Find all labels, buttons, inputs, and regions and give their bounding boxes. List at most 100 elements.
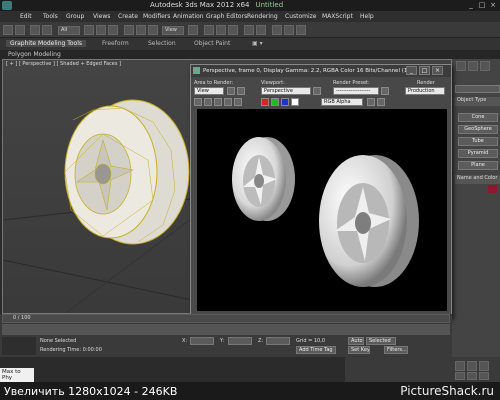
render-mode-dropdown[interactable]: Production [405, 87, 445, 95]
green-channel-toggle[interactable] [271, 98, 279, 106]
maximize-viewport-icon[interactable] [479, 372, 489, 380]
render-icon[interactable] [296, 25, 306, 35]
pyramid-button[interactable]: Pyramid [458, 149, 498, 158]
tab-selection[interactable]: Selection [148, 40, 176, 47]
menu-rendering[interactable]: Rendering [247, 13, 278, 20]
x-coordinate-field[interactable] [190, 337, 214, 345]
select-by-name-icon[interactable] [96, 25, 106, 35]
channel-icon[interactable] [367, 98, 375, 106]
name-and-color-header[interactable]: Name and Color [455, 175, 500, 184]
hierarchy-tab-icon[interactable] [480, 61, 490, 71]
clear-icon[interactable] [234, 98, 242, 106]
tab-freeform[interactable]: Freeform [102, 40, 129, 47]
menu-maxscript[interactable]: MAXScript [322, 13, 353, 20]
reference-coordinate-dropdown[interactable]: View [162, 26, 184, 35]
material-editor-icon[interactable] [272, 25, 282, 35]
z-coordinate-field[interactable] [266, 337, 290, 345]
print-icon[interactable] [224, 98, 232, 106]
menu-tools[interactable]: Tools [43, 13, 58, 20]
unlink-icon[interactable] [42, 25, 52, 35]
object-color-swatch[interactable] [488, 185, 497, 193]
menu-group[interactable]: Group [66, 13, 84, 20]
menu-edit[interactable]: Edit [20, 13, 32, 20]
snap-icon[interactable] [204, 25, 214, 35]
link-icon[interactable] [30, 25, 40, 35]
track-bar[interactable] [2, 324, 450, 335]
zoom-all-icon[interactable] [467, 361, 477, 371]
minimize-button[interactable]: _ [466, 1, 476, 10]
plane-button[interactable]: Plane [458, 161, 498, 170]
y-coordinate-field[interactable] [228, 337, 252, 345]
red-channel-toggle[interactable] [261, 98, 269, 106]
tab-graphite-modeling-tools[interactable]: Graphite Modeling Tools [6, 40, 87, 47]
copy-image-icon[interactable] [204, 98, 212, 106]
swatch-icon[interactable] [377, 98, 385, 106]
clone-window-icon[interactable] [214, 98, 222, 106]
render-minimize-button[interactable]: _ [406, 66, 417, 75]
area-to-render-dropdown[interactable]: View [194, 87, 224, 95]
object-type-header[interactable]: Object Type [455, 97, 500, 106]
angle-snap-icon[interactable] [216, 25, 226, 35]
lock-viewport-icon[interactable] [313, 87, 321, 95]
maxscript-listener[interactable]: Max to Phy [0, 368, 34, 382]
redo-icon[interactable] [15, 25, 25, 35]
percent-snap-icon[interactable] [228, 25, 238, 35]
render-close-button[interactable]: × [432, 66, 443, 75]
selection-status: None Selected [40, 338, 77, 344]
grid-status: Grid = 10,0 [296, 338, 325, 344]
cone-button[interactable]: Cone [458, 113, 498, 122]
key-mode-dropdown[interactable]: Selected [366, 337, 396, 345]
edit-region-icon[interactable] [227, 87, 235, 95]
close-button[interactable]: × [488, 1, 498, 10]
menu-views[interactable]: Views [93, 13, 110, 20]
align-icon[interactable] [256, 25, 266, 35]
rotate-icon[interactable] [136, 25, 146, 35]
render-setup-icon[interactable] [284, 25, 294, 35]
menu-animation[interactable]: Animation [173, 13, 204, 20]
selection-filter-dropdown[interactable]: All [58, 26, 80, 35]
alpha-channel-toggle[interactable] [291, 98, 299, 106]
mirror-icon[interactable] [244, 25, 254, 35]
zoom-icon[interactable] [455, 361, 465, 371]
geosphere-button[interactable]: GeoSphere [458, 125, 498, 134]
auto-region-icon[interactable] [237, 87, 245, 95]
orbit-icon[interactable] [455, 372, 465, 380]
tube-button[interactable]: Tube [458, 137, 498, 146]
polygon-modeling-label[interactable]: Polygon Modeling [8, 51, 61, 58]
modify-tab-icon[interactable] [468, 61, 478, 71]
menu-help[interactable]: Help [360, 13, 374, 20]
region-select-icon[interactable] [108, 25, 118, 35]
time-slider[interactable]: 0 / 100 [2, 314, 450, 323]
primitive-type-dropdown[interactable] [455, 85, 500, 93]
move-icon[interactable] [124, 25, 134, 35]
ribbon-options-icon[interactable]: ▣ ▾ [252, 40, 263, 47]
render-preset-dropdown[interactable]: ------------------- [333, 87, 379, 95]
menu-customize[interactable]: Customize [285, 13, 317, 20]
blue-channel-toggle[interactable] [281, 98, 289, 106]
field-of-view-icon[interactable] [467, 372, 477, 380]
wheel-wireframe[interactable] [64, 99, 190, 245]
set-key-button[interactable]: Set Key [348, 346, 370, 354]
viewport-dropdown[interactable]: Perspective [261, 87, 311, 95]
scale-icon[interactable] [148, 25, 158, 35]
menu-create[interactable]: Create [118, 13, 138, 20]
add-time-tag-button[interactable]: Add Time Tag [296, 346, 336, 354]
create-tab-icon[interactable] [456, 61, 466, 71]
maximize-button[interactable]: □ [477, 1, 487, 10]
render-maximize-button[interactable]: □ [419, 66, 430, 75]
save-image-icon[interactable] [194, 98, 202, 106]
app-logo-icon[interactable] [2, 1, 12, 10]
auto-key-button[interactable]: Auto [348, 337, 364, 345]
channel-display-dropdown[interactable]: RGB Alpha [321, 98, 363, 106]
menu-graph-editors[interactable]: Graph Editors [206, 13, 247, 20]
undo-icon[interactable] [3, 25, 13, 35]
select-object-icon[interactable] [84, 25, 94, 35]
pivot-icon[interactable] [188, 25, 198, 35]
pan-icon[interactable] [479, 361, 489, 371]
tab-object-paint[interactable]: Object Paint [194, 40, 230, 47]
key-filters-button[interactable]: Filters... [384, 346, 408, 354]
render-setup-small-icon[interactable] [381, 87, 389, 95]
viewport-navigation-controls [345, 357, 500, 382]
menu-modifiers[interactable]: Modifiers [143, 13, 170, 20]
enlarge-caption[interactable]: Увеличить 1280x1024 - 246KB [4, 385, 177, 398]
